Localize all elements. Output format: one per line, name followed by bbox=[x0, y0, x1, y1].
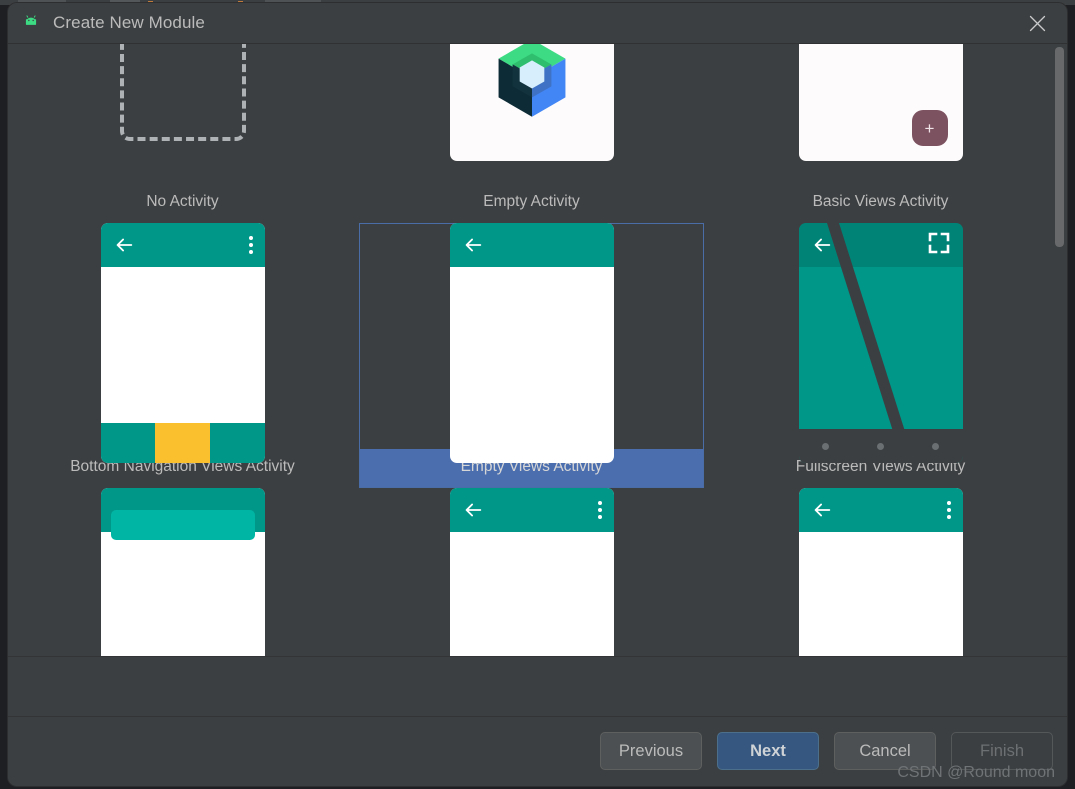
nav-item bbox=[100, 423, 156, 463]
next-button[interactable]: Next bbox=[717, 732, 819, 770]
phone-mock bbox=[798, 223, 963, 463]
nav-dot bbox=[822, 442, 830, 450]
app-bar bbox=[100, 488, 265, 540]
template-row: Bottom Navigation Views Activity Empty V… bbox=[8, 223, 1059, 488]
thumbnail: + bbox=[792, 44, 970, 184]
template-card-no-activity[interactable]: No Activity bbox=[8, 44, 357, 223]
previous-button[interactable]: Previous bbox=[600, 732, 702, 770]
nav-item-active bbox=[155, 423, 210, 463]
overflow-menu-icon bbox=[946, 501, 951, 519]
thumbnail bbox=[94, 488, 272, 656]
thumbnail bbox=[443, 223, 621, 463]
template-label: No Activity bbox=[146, 193, 219, 210]
white-card: + bbox=[798, 44, 963, 161]
template-card-fullscreen-views-activity[interactable]: Fullscreen Views Activity bbox=[706, 223, 1055, 488]
overflow-menu-icon bbox=[597, 501, 602, 519]
screen-root: Create New Module No Activity Empty Acti… bbox=[0, 0, 1075, 789]
phone-mock bbox=[449, 488, 614, 656]
back-arrow-icon bbox=[811, 234, 833, 256]
template-card-partial-3[interactable] bbox=[706, 488, 1055, 656]
template-gallery[interactable]: No Activity Empty Activity + Basic Views… bbox=[8, 44, 1067, 656]
phone-mock bbox=[100, 223, 265, 463]
template-row bbox=[8, 488, 1059, 656]
phone-mock bbox=[798, 488, 963, 656]
thumbnail bbox=[443, 44, 621, 184]
cancel-button[interactable]: Cancel bbox=[834, 732, 936, 770]
app-bar bbox=[798, 223, 963, 267]
dashed-placeholder-icon bbox=[119, 44, 246, 141]
template-card-partial-2[interactable] bbox=[357, 488, 706, 656]
plus-fab-icon: + bbox=[911, 110, 948, 146]
system-nav-bar bbox=[798, 429, 963, 463]
nav-dot bbox=[931, 442, 939, 450]
create-new-module-dialog: Create New Module No Activity Empty Acti… bbox=[8, 3, 1067, 786]
template-row: No Activity Empty Activity + Basic Views… bbox=[8, 44, 1059, 223]
phone-mock bbox=[100, 488, 265, 656]
app-bar bbox=[449, 488, 614, 532]
template-card-basic-views-activity[interactable]: + Basic Views Activity bbox=[706, 44, 1055, 223]
scrollbar-thumb[interactable] bbox=[1055, 47, 1064, 247]
back-arrow-icon bbox=[113, 234, 135, 256]
dialog-title: Create New Module bbox=[53, 13, 205, 32]
dialog-footer: Previous Next Cancel Finish CSDN @Round … bbox=[8, 716, 1067, 785]
thumbnail bbox=[443, 488, 621, 656]
template-card-empty-activity[interactable]: Empty Activity bbox=[357, 44, 706, 223]
nav-dot bbox=[876, 442, 884, 450]
white-card bbox=[449, 44, 614, 161]
thumbnail bbox=[94, 223, 272, 463]
app-bar bbox=[449, 223, 614, 267]
template-label: Basic Views Activity bbox=[812, 193, 949, 210]
android-robot-icon bbox=[21, 13, 41, 33]
thumbnail bbox=[792, 223, 970, 463]
template-card-partial-1[interactable] bbox=[8, 488, 357, 656]
phone-mock bbox=[449, 223, 614, 463]
thumbnail bbox=[94, 44, 272, 184]
template-card-bottom-navigation-views-activity[interactable]: Bottom Navigation Views Activity bbox=[8, 223, 357, 488]
overflow-menu-icon bbox=[248, 236, 253, 254]
close-icon[interactable] bbox=[1007, 3, 1067, 44]
jetpack-compose-logo-icon bbox=[488, 44, 576, 122]
finish-button: Finish bbox=[951, 732, 1053, 770]
nav-item bbox=[209, 423, 265, 463]
app-bar bbox=[798, 488, 963, 532]
fullscreen-icon bbox=[927, 231, 951, 260]
vertical-scrollbar[interactable] bbox=[1055, 44, 1064, 656]
bottom-navigation-bar bbox=[100, 423, 265, 463]
details-pane bbox=[8, 656, 1067, 716]
back-arrow-icon bbox=[462, 234, 484, 256]
template-grid: No Activity Empty Activity + Basic Views… bbox=[8, 44, 1059, 656]
template-card-empty-views-activity[interactable]: Empty Views Activity bbox=[357, 223, 706, 488]
thumbnail bbox=[792, 488, 970, 656]
search-field-mock bbox=[110, 510, 255, 540]
back-arrow-icon bbox=[811, 499, 833, 521]
app-bar bbox=[100, 223, 265, 267]
template-label: Empty Activity bbox=[483, 193, 580, 210]
dialog-titlebar: Create New Module bbox=[8, 3, 1067, 44]
back-arrow-icon bbox=[462, 499, 484, 521]
